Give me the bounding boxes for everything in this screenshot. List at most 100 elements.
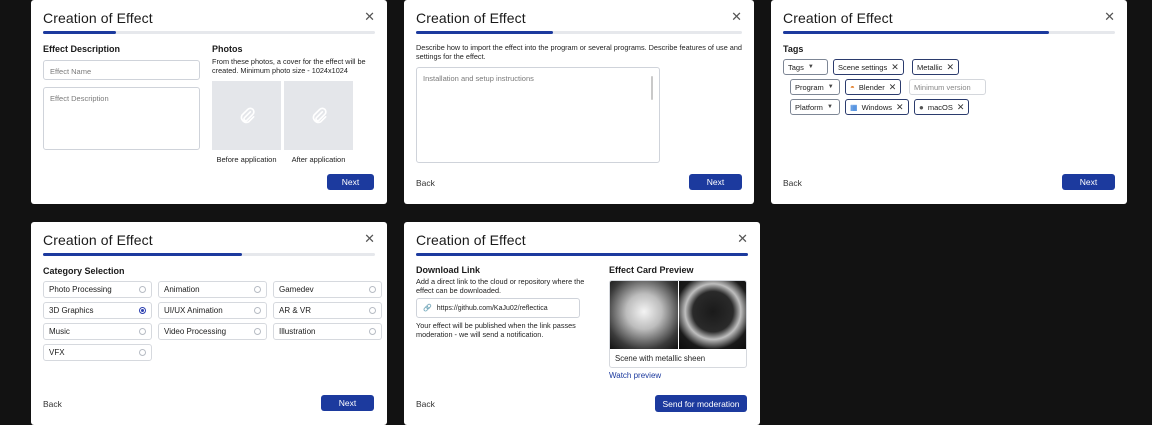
close-icon[interactable]: ✕ [1104, 10, 1115, 24]
photos-hint: From these photos, a cover for the effec… [212, 57, 366, 75]
watch-preview-link[interactable]: Watch preview [609, 371, 661, 380]
option-label: Illustration [279, 327, 316, 336]
category-option[interactable]: Illustration [273, 323, 382, 340]
link-value: https://github.com/KaJu02/reflectica [436, 304, 548, 312]
option-label: Music [49, 327, 70, 336]
radio-button[interactable] [369, 286, 376, 293]
before-preview-image [610, 281, 678, 349]
send-for-moderation-button[interactable]: Send for moderation [655, 395, 747, 412]
chevron-down-icon: ▼ [827, 84, 834, 90]
back-button[interactable]: Back [783, 178, 802, 188]
tag-chip-metallic[interactable]: Metallic ✕ [912, 59, 959, 75]
close-icon[interactable]: ✕ [891, 62, 899, 73]
download-link-input[interactable]: 🔗 https://github.com/KaJu02/reflectica [416, 298, 580, 318]
photos-title: Photos [212, 44, 243, 54]
dialog-step-instructions: Creation of Effect ✕ Describe how to imp… [404, 0, 754, 204]
dropdown-value: Tags [788, 62, 804, 72]
close-icon[interactable]: ✕ [731, 10, 742, 24]
next-button[interactable]: Next [321, 395, 374, 411]
chip-label: Metallic [917, 62, 943, 72]
back-button[interactable]: Back [416, 399, 435, 409]
category-option[interactable]: Animation [158, 281, 267, 298]
before-photo-upload[interactable] [212, 81, 281, 150]
radio-button[interactable] [139, 349, 146, 356]
dialog-step-download-link: Creation of Effect ✕ Download Link Add a… [404, 222, 760, 425]
after-photo-upload[interactable] [284, 81, 353, 150]
chip-label: macOS [927, 102, 953, 112]
next-button[interactable]: Next [327, 174, 374, 190]
close-icon[interactable]: ✕ [737, 232, 748, 246]
close-icon[interactable]: ✕ [896, 102, 904, 113]
progress-fill [43, 253, 243, 256]
dropdown-value: Program [795, 82, 824, 92]
scrollbar[interactable] [651, 76, 653, 100]
category-option[interactable]: 3D Graphics [43, 302, 152, 319]
platform-chip-macos[interactable]: ● macOS ✕ [914, 99, 970, 115]
windows-icon: ▦ [850, 102, 858, 112]
download-link-title: Download Link [416, 265, 480, 275]
dialog-title: Creation of Effect [43, 10, 153, 26]
close-icon[interactable]: ✕ [946, 62, 954, 73]
category-option[interactable]: Video Processing [158, 323, 267, 340]
program-chip-blender[interactable]: ◓ Blender ✕ [845, 79, 902, 95]
category-option[interactable]: AR & VR [273, 302, 382, 319]
chip-label: Scene settings [838, 62, 888, 72]
next-button[interactable]: Next [689, 174, 742, 190]
progress-fill [416, 253, 748, 256]
radio-button[interactable] [254, 307, 261, 314]
program-dropdown[interactable]: Program ▼ [790, 79, 840, 95]
radio-button[interactable] [139, 307, 146, 314]
close-icon[interactable]: ✕ [889, 82, 897, 93]
radio-button[interactable] [254, 328, 261, 335]
option-label: Photo Processing [49, 285, 112, 294]
category-option[interactable]: Music [43, 323, 152, 340]
option-label: Gamedev [279, 285, 314, 294]
platform-dropdown[interactable]: Platform ▼ [790, 99, 840, 115]
effect-name-input[interactable]: Effect Name [43, 60, 200, 80]
progress-fill [43, 31, 117, 34]
radio-button[interactable] [369, 307, 376, 314]
back-button[interactable]: Back [43, 399, 62, 409]
back-button[interactable]: Back [416, 178, 435, 188]
radio-button[interactable] [139, 286, 146, 293]
close-icon[interactable]: ✕ [364, 232, 375, 246]
progress-fill [783, 31, 1049, 34]
option-label: AR & VR [279, 306, 312, 315]
dialog-step-category: Creation of Effect ✕ Category Selection … [31, 222, 387, 425]
dialog-title: Creation of Effect [416, 10, 526, 26]
radio-button[interactable] [139, 328, 146, 335]
publish-note: Your effect will be published when the l… [416, 321, 576, 339]
category-option[interactable]: UI/UX Animation [158, 302, 267, 319]
link-icon: 🔗 [423, 305, 432, 312]
radio-button[interactable] [369, 328, 376, 335]
close-icon[interactable]: ✕ [957, 102, 965, 113]
dialog-title: Creation of Effect [43, 232, 153, 248]
effect-description-textarea[interactable]: Effect Description [43, 87, 200, 150]
option-label: VFX [49, 348, 65, 357]
after-preview-image [679, 281, 746, 349]
platform-chip-windows[interactable]: ▦ Windows ✕ [845, 99, 909, 115]
chevron-down-icon: ▼ [826, 104, 833, 110]
radio-button[interactable] [254, 286, 261, 293]
next-button[interactable]: Next [1062, 174, 1115, 190]
instructions-textarea[interactable]: Installation and setup instructions [416, 67, 660, 163]
close-icon[interactable]: ✕ [364, 10, 375, 24]
download-link-hint: Add a direct link to the cloud or reposi… [416, 277, 585, 295]
category-option[interactable]: Photo Processing [43, 281, 152, 298]
paperclip-icon [312, 106, 327, 123]
category-option[interactable]: Gamedev [273, 281, 382, 298]
category-title: Category Selection [43, 266, 125, 276]
tags-title: Tags [783, 44, 804, 54]
tag-type-dropdown[interactable]: Tags ▼ [783, 59, 828, 75]
minimum-version-input[interactable]: Minimum version [909, 79, 986, 95]
option-label: 3D Graphics [49, 306, 94, 315]
instructions-hint: Describe how to import the effect into t… [416, 43, 742, 61]
preview-caption: Scene with metallic sheen [615, 354, 706, 363]
progress-fill [416, 31, 553, 34]
after-label: After application [291, 155, 346, 164]
dropdown-value: Platform [795, 102, 823, 112]
tag-chip-scene-settings[interactable]: Scene settings ✕ [833, 59, 904, 75]
section-title: Effect Description [43, 44, 121, 54]
category-option[interactable]: VFX [43, 344, 152, 361]
before-label: Before application [216, 155, 277, 164]
